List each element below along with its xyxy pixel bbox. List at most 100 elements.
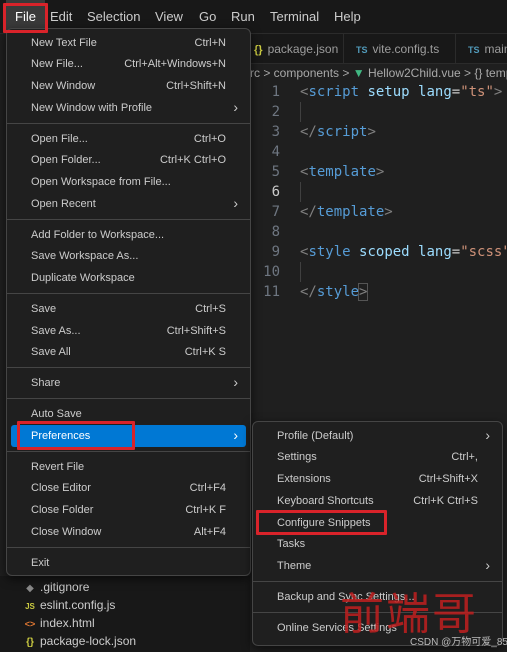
menu-item-new-text-file[interactable]: New Text File Ctrl+N [11, 32, 246, 54]
tag-name: style [308, 244, 351, 260]
menu-item-label: Profile (Default) [277, 430, 354, 442]
menu-item-label: Open File... [31, 133, 88, 145]
menu-item-label: New Text File [31, 37, 97, 49]
menu-item-save[interactable]: Save Ctrl+S [11, 298, 246, 320]
menu-item-new-window[interactable]: New Window Ctrl+Shift+N [11, 75, 246, 97]
menu-item-share[interactable]: Share › [11, 372, 246, 394]
attr-name: scoped [359, 244, 410, 260]
breadcrumb-symbol[interactable]: {} templa [474, 66, 507, 80]
menu-item-label: Extensions [277, 473, 331, 485]
menu-item-configure-snippets[interactable]: Configure Snippets [257, 512, 498, 534]
tab-label: vite.config.ts [372, 42, 440, 56]
menu-item-open-file[interactable]: Open File... Ctrl+O [11, 128, 246, 150]
line-number: 2 [271, 104, 280, 120]
menu-item-shortcut: Ctrl+Shift+S [166, 325, 226, 337]
explorer-file-list: ◆ .gitignore JS eslint.config.js <> index.h… [0, 576, 250, 652]
menu-item-extensions[interactable]: Extensions Ctrl+Shift+X [257, 468, 498, 490]
explorer-item-package-lock[interactable]: {} package-lock.json [24, 630, 136, 652]
code-editor[interactable]: 1 2 3 4 5 6 7 8 9 10 11 <script setup la… [250, 82, 507, 422]
menu-separator [7, 451, 250, 452]
menu-item-auto-save[interactable]: Auto Save [11, 403, 246, 425]
breadcrumb-folder[interactable]: rc > components > [250, 66, 349, 80]
breadcrumb: rc > components > ▼ Hellow2Child.vue > {… [250, 64, 507, 82]
attr-name: setup [367, 84, 410, 100]
menu-item-label: Exit [31, 557, 50, 569]
chevron-right-icon: › [233, 374, 238, 390]
attr-equals: = [451, 84, 461, 100]
menu-item-keyboard-shortcuts[interactable]: Keyboard Shortcuts Ctrl+K Ctrl+S [257, 490, 498, 512]
watermark-credit: CSDN @万物可爱_85 [410, 637, 507, 648]
line-number: 4 [271, 144, 280, 160]
menu-item-save-as[interactable]: Save As... Ctrl+Shift+S [11, 320, 246, 342]
code-line: <script setup lang="ts"> [300, 82, 502, 102]
code-line: </style> [300, 282, 369, 302]
indent-guide [300, 262, 301, 282]
tag-name: template [308, 164, 376, 180]
menu-item-shortcut: Ctrl+F4 [189, 482, 226, 494]
line-number: 9 [271, 244, 280, 260]
menu-item-open-folder[interactable]: Open Folder... Ctrl+K Ctrl+O [11, 149, 246, 171]
menu-separator [7, 219, 250, 220]
menu-item-new-file[interactable]: New File... Ctrl+Alt+Windows+N [11, 53, 246, 75]
menu-item-close-window[interactable]: Close Window Alt+F4 [11, 521, 246, 543]
menu-item-label: Share [31, 377, 61, 389]
attr-name: lang [418, 84, 452, 100]
code-line: <template> [300, 162, 384, 182]
tag-name: script [308, 84, 360, 100]
menu-item-label: Tasks [277, 538, 306, 550]
menu-separator [7, 293, 250, 294]
json-icon: {} [254, 44, 263, 56]
menu-item-close-folder[interactable]: Close Folder Ctrl+K F [11, 499, 246, 521]
menu-separator [7, 367, 250, 368]
tag-bracket: > [375, 164, 385, 180]
tag-name: template [316, 204, 385, 220]
typescript-icon: TS [356, 45, 368, 55]
menu-item-shortcut: Alt+F4 [193, 526, 226, 538]
menu-item-preferences[interactable]: Preferences › [11, 425, 246, 447]
tab-vite-config[interactable]: TS vite.config.ts [344, 34, 456, 64]
menu-terminal[interactable]: Terminal [270, 0, 319, 34]
tag-name: script [316, 124, 368, 140]
menu-item-open-recent[interactable]: Open Recent › [11, 193, 246, 215]
breadcrumb-file[interactable]: Hellow2Child.vue > [368, 66, 471, 80]
indent-guide [300, 102, 301, 122]
menu-item-exit[interactable]: Exit [11, 552, 246, 574]
menu-item-add-folder[interactable]: Add Folder to Workspace... [11, 224, 246, 246]
tag-bracket: </ [300, 204, 317, 220]
menu-separator [7, 547, 250, 548]
menu-help[interactable]: Help [334, 0, 361, 34]
menu-item-theme[interactable]: Theme › [257, 555, 498, 577]
menu-item-label: Save All [31, 346, 71, 358]
tag-bracket: > [384, 204, 393, 220]
tag-bracket: > [357, 283, 369, 301]
menu-item-label: Close Folder [31, 504, 94, 516]
menu-item-shortcut: Ctrl+O [193, 133, 226, 145]
menu-item-open-workspace[interactable]: Open Workspace from File... [11, 171, 246, 193]
menu-item-duplicate-workspace[interactable]: Duplicate Workspace [11, 267, 246, 289]
menu-item-label: New Window with Profile [31, 102, 153, 114]
menu-item-tasks[interactable]: Tasks [257, 533, 498, 555]
attr-value: "scss" [460, 244, 507, 260]
menu-item-close-editor[interactable]: Close Editor Ctrl+F4 [11, 477, 246, 499]
menu-item-new-window-with-profile[interactable]: New Window with Profile › [11, 97, 246, 119]
tag-bracket: </ [300, 124, 317, 140]
menu-item-label: New File... [31, 58, 83, 70]
tab-main[interactable]: TS main [456, 34, 507, 64]
menu-item-profile[interactable]: Profile (Default) › [257, 425, 498, 447]
menu-item-shortcut: Ctrl+Shift+N [166, 80, 226, 92]
code-line: </template> [300, 202, 393, 222]
tab-package-json[interactable]: {} package.json [250, 34, 344, 64]
chevron-right-icon: › [233, 99, 238, 115]
menu-item-settings[interactable]: Settings Ctrl+, [257, 446, 498, 468]
file-label: package-lock.json [40, 634, 137, 648]
menu-item-save-workspace-as[interactable]: Save Workspace As... [11, 245, 246, 267]
attr-value: "ts" [460, 84, 494, 100]
tag-bracket: > [367, 124, 376, 140]
menu-item-label: Keyboard Shortcuts [277, 495, 374, 507]
menu-item-label: Duplicate Workspace [31, 272, 135, 284]
menu-item-save-all[interactable]: Save All Ctrl+K S [11, 341, 246, 363]
menu-item-revert-file[interactable]: Revert File [11, 456, 246, 478]
file-label: .gitignore [40, 580, 90, 594]
menu-item-shortcut: Ctrl+Alt+Windows+N [124, 58, 226, 70]
attr-equals: = [451, 244, 461, 260]
